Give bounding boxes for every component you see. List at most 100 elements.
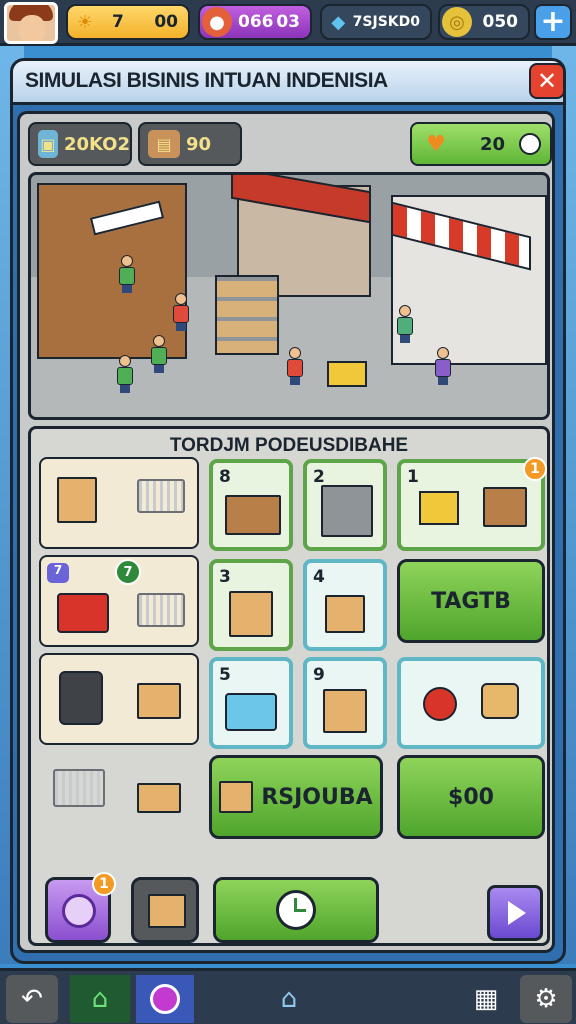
potion-icon <box>62 894 96 928</box>
box-icon <box>229 591 273 637</box>
produce-crate-icon <box>225 495 281 535</box>
item-badge: 1 <box>92 872 116 896</box>
store-button[interactable]: ⌂ <box>260 975 318 1023</box>
box-icon <box>323 689 367 733</box>
product-slot[interactable]: 8 <box>209 459 293 551</box>
restock-label: RSJOUBA <box>261 784 373 810</box>
slot-number: 8 <box>219 467 231 487</box>
energy-stat[interactable]: ♥ 20 <box>410 122 552 166</box>
level-badge-a: 7 <box>47 563 69 583</box>
price-button[interactable]: $00 <box>397 755 545 839</box>
wooden-stall <box>37 183 187 359</box>
cart-icon <box>137 479 185 513</box>
sun-counter[interactable]: ☀ 7 00 <box>66 4 190 40</box>
collect-timer-button[interactable] <box>213 877 379 943</box>
basket-icon <box>219 781 254 813</box>
restock-button[interactable]: RSJOUBA <box>209 755 383 839</box>
refresh-icon <box>150 984 180 1014</box>
close-button[interactable]: ✕ <box>529 63 565 99</box>
cooler-icon <box>225 693 277 731</box>
stock-value: 90 <box>186 133 212 155</box>
crystal-icon: ◆ <box>331 11 346 33</box>
product-slot[interactable]: 3 <box>209 559 293 651</box>
crystal-counter[interactable]: ◆ 7SJSKD0 <box>320 4 432 40</box>
home-button[interactable]: ⌂ <box>70 975 130 1023</box>
grid-icon: ▦ <box>473 984 499 1014</box>
heart-icon: ♥ <box>426 131 446 157</box>
slot-number: 1 <box>407 467 419 487</box>
crate-icon: ▤ <box>148 130 180 158</box>
product-slot[interactable]: 5 <box>209 657 293 749</box>
settings-button[interactable]: ⚙ <box>520 975 572 1023</box>
produce-slot[interactable] <box>397 657 545 749</box>
business-sim-panel: SIMULASI BISINIS INTUAN INDENISIA ✕ ▣ 20… <box>10 58 566 964</box>
shopper <box>435 347 451 385</box>
plus-icon: + <box>540 4 566 39</box>
product-slot[interactable]: 9 <box>303 657 387 749</box>
shopper <box>173 293 189 331</box>
trade-button[interactable]: TAGTB <box>397 559 545 643</box>
back-icon: ↶ <box>21 984 43 1014</box>
shop-section: TORDJM PODEUSDIBAHE 7 7 8 2 1 1 3 4 TAGT… <box>28 426 550 946</box>
shelf-rack <box>215 275 279 355</box>
product-slot[interactable]: 4 <box>303 559 387 651</box>
coin-counter[interactable]: ◎ 050 <box>438 4 530 40</box>
inventory-card-carts[interactable] <box>39 457 199 549</box>
special-item-button[interactable]: 1 <box>45 872 116 943</box>
store-icon: ⌂ <box>280 984 298 1014</box>
panel-title: SIMULASI BISINIS INTUAN INDENISIA <box>25 69 388 92</box>
shelf-icon <box>321 485 373 537</box>
product-slot[interactable]: 2 <box>303 459 387 551</box>
top-bar: ☀ 7 00 ● 066 03 ◆ 7SJSKD0 ◎ 050 + <box>0 0 576 46</box>
inventory-card-tools[interactable] <box>39 653 199 745</box>
tools-icon <box>59 671 103 725</box>
clock-icon <box>519 133 542 155</box>
slot-number: 9 <box>313 665 325 685</box>
cart-icon <box>137 593 185 627</box>
bag-icon <box>481 683 519 719</box>
play-icon <box>508 901 526 925</box>
slot-badge: 1 <box>523 457 547 481</box>
panel-titlebar: SIMULASI BISINIS INTUAN INDENISIA ✕ <box>13 61 565 105</box>
shopper <box>119 255 135 293</box>
player-avatar[interactable] <box>4 2 58 44</box>
crystal-value: 7SJSKD0 <box>352 14 420 30</box>
basket-icon <box>148 894 186 928</box>
slot-number: 3 <box>219 567 231 587</box>
shopper <box>117 355 133 393</box>
inventory-cart-loose[interactable] <box>39 751 199 843</box>
goods-stat: ▣ 20KO2 <box>28 122 132 166</box>
cart-icon <box>53 769 105 807</box>
price-label: $00 <box>448 784 494 810</box>
refresh-button[interactable] <box>136 975 194 1023</box>
trade-label: TAGTB <box>431 588 511 614</box>
shopper <box>287 347 303 385</box>
product-slot[interactable]: 1 1 <box>397 457 547 551</box>
slot-number: 5 <box>219 665 231 685</box>
shop-heading: TORDJM PODEUSDIBAHE <box>169 435 409 456</box>
apple-icon <box>423 687 457 721</box>
gear-icon: ⚙ <box>534 984 558 1014</box>
back-button[interactable]: ↶ <box>6 975 58 1023</box>
gem-icon: ● <box>202 7 232 37</box>
gem-value: 066 <box>238 12 274 32</box>
box-icon <box>137 683 181 719</box>
slot-number: 2 <box>313 467 325 487</box>
slot-number: 4 <box>313 567 325 587</box>
panel-body: ▣ 20KO2 ▤ 90 ♥ 20 TORDJM PODEUSDIBAHE 7 … <box>17 111 555 953</box>
stock-stat: ▤ 90 <box>138 122 242 166</box>
gem-counter[interactable]: ● 066 03 <box>198 4 312 40</box>
inventory-card-cooler[interactable]: 7 7 <box>39 555 199 647</box>
yellow-crate <box>327 361 367 387</box>
box-icon <box>137 783 181 813</box>
shopper <box>397 305 413 343</box>
add-resource-button[interactable]: + <box>534 4 572 40</box>
home-icon: ⌂ <box>91 984 109 1014</box>
coin-value: 050 <box>482 12 519 32</box>
sun-icon: ☀ <box>76 11 94 33</box>
basket-button[interactable] <box>131 877 199 943</box>
grid-button[interactable]: ▦ <box>462 975 510 1023</box>
play-button[interactable] <box>487 885 543 941</box>
clock-icon <box>276 890 316 930</box>
coin-icon: ◎ <box>442 7 472 37</box>
